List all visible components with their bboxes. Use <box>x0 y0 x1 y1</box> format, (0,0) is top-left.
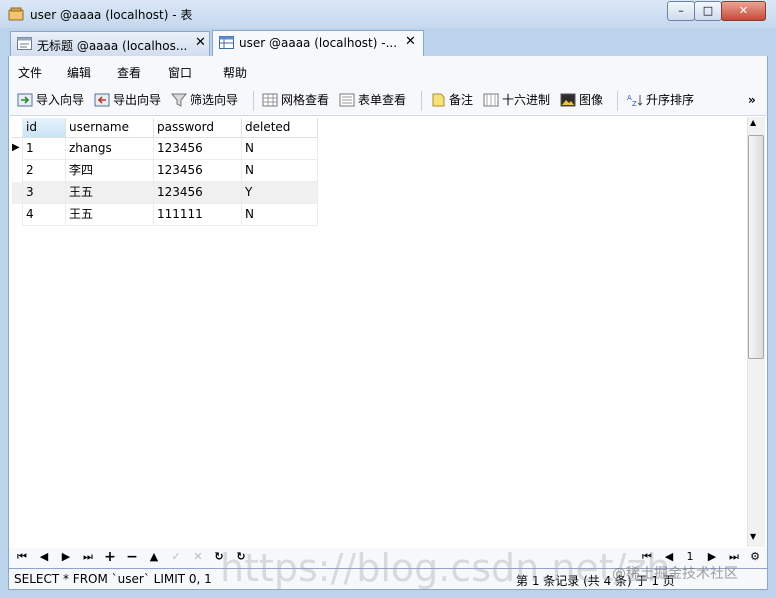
menu-view[interactable]: 查看 <box>117 64 141 81</box>
import-icon <box>17 93 33 107</box>
form-view-label: 表单查看 <box>358 93 407 107</box>
import-label: 导入向导 <box>36 93 85 107</box>
scrollbar-thumb[interactable] <box>748 135 764 359</box>
toolbar-separator <box>617 91 618 111</box>
memo-button[interactable]: 备注 <box>430 92 473 110</box>
apply-change-icon[interactable]: ✓ <box>169 549 183 565</box>
table-cell[interactable]: zhangs <box>66 138 154 160</box>
menu-window[interactable]: 窗口 <box>168 64 192 81</box>
table-cell[interactable]: 123456 <box>154 182 242 204</box>
column-header-password[interactable]: password <box>154 118 242 138</box>
cancel-change-icon[interactable]: ✕ <box>191 549 205 565</box>
table-cell[interactable]: 2 <box>23 160 66 182</box>
previous-record-icon[interactable]: ◀ <box>37 549 51 565</box>
table-cell[interactable]: 4 <box>23 204 66 226</box>
window-title: user @aaaa (localhost) - 表 <box>30 8 193 22</box>
table-cell[interactable]: Y <box>242 182 318 204</box>
column-header-username[interactable]: username <box>66 118 154 138</box>
query-icon <box>17 37 32 50</box>
settings-icon[interactable]: ⚙ <box>748 549 762 565</box>
minimize-button[interactable]: – <box>667 1 695 21</box>
watermark-url: https://blog.csdn.net/zh <box>220 546 671 590</box>
tab-close-button[interactable]: ✕ <box>405 34 416 49</box>
table-cell[interactable]: 123456 <box>154 138 242 160</box>
filter-icon <box>171 93 187 107</box>
menu-help[interactable]: 帮助 <box>223 64 247 81</box>
row-indicator[interactable] <box>12 182 23 204</box>
image-label: 图像 <box>579 93 604 107</box>
next-record-icon[interactable]: ▶ <box>59 549 73 565</box>
tab-user-table[interactable]: user @aaaa (localhost) -... ✕ <box>212 30 424 56</box>
memo-label: 备注 <box>449 93 474 107</box>
menu-edit[interactable]: 编辑 <box>67 64 91 81</box>
table-cell[interactable]: 王五 <box>66 204 154 226</box>
row-indicator[interactable] <box>12 160 23 182</box>
tab-close-button[interactable]: ✕ <box>195 35 206 50</box>
grid-view-button[interactable]: 网格查看 <box>262 92 329 110</box>
grid-view-label: 网格查看 <box>281 93 330 107</box>
export-label: 导出向导 <box>113 93 162 107</box>
close-button[interactable]: ✕ <box>721 1 766 21</box>
image-icon <box>560 93 576 107</box>
export-icon <box>94 93 110 107</box>
scroll-down-icon[interactable]: ▼ <box>750 532 756 541</box>
table-cell[interactable]: N <box>242 138 318 160</box>
hex-button[interactable]: 十六进制 <box>483 92 550 110</box>
tab-label: 无标题 @aaaa (localhos... <box>37 39 188 53</box>
first-record-icon[interactable]: ⏮ <box>15 549 29 565</box>
image-button[interactable]: 图像 <box>560 92 603 110</box>
tab-label: user @aaaa (localhost) -... <box>239 36 398 50</box>
maximize-button[interactable]: □ <box>694 1 722 21</box>
grid-icon <box>262 93 278 107</box>
sort-ascending-button[interactable]: A Z 升序排序 <box>627 92 694 110</box>
row-indicator[interactable] <box>12 204 23 226</box>
table-cell[interactable]: 李四 <box>66 160 154 182</box>
table-cell[interactable]: 3 <box>23 182 66 204</box>
column-header-id[interactable]: id <box>23 118 66 138</box>
import-wizard-button[interactable]: 导入向导 <box>17 92 84 110</box>
memo-icon <box>432 93 445 107</box>
menu-file[interactable]: 文件 <box>18 64 42 81</box>
toolbar-separator <box>421 91 422 111</box>
sort-ascending-icon: AZ <box>627 94 643 107</box>
form-view-button[interactable]: 表单查看 <box>339 92 406 110</box>
filter-label: 筛选向导 <box>190 93 239 107</box>
toolbar-overflow-button[interactable]: » <box>748 92 756 110</box>
table-cell[interactable]: 123456 <box>154 160 242 182</box>
column-header-deleted[interactable]: deleted <box>242 118 318 138</box>
app-icon <box>8 7 24 21</box>
row-indicator[interactable]: ▶ <box>12 138 23 160</box>
last-record-icon[interactable]: ⏭ <box>81 549 95 565</box>
table-cell[interactable]: 王五 <box>66 182 154 204</box>
scroll-up-icon[interactable]: ▲ <box>750 118 756 127</box>
toolbar-separator <box>253 91 254 111</box>
table-cell[interactable]: 1 <box>23 138 66 160</box>
filter-wizard-button[interactable]: 筛选向导 <box>171 92 238 110</box>
status-sql: SELECT * FROM `user` LIMIT 0, 1000 <box>14 572 212 586</box>
tab-untitled-query[interactable]: 无标题 @aaaa (localhos... ✕ <box>10 31 210 56</box>
export-wizard-button[interactable]: 导出向导 <box>94 92 161 110</box>
hex-icon <box>483 93 499 107</box>
hex-label: 十六进制 <box>502 93 551 107</box>
form-icon <box>339 93 355 107</box>
current-row-marker-icon: ▶ <box>12 142 20 153</box>
sort-ascending-label: 升序排序 <box>646 93 695 107</box>
add-record-icon[interactable]: + <box>103 549 117 565</box>
svg-text:Z: Z <box>632 100 637 107</box>
table-cell[interactable]: 111111 <box>154 204 242 226</box>
table-cell[interactable]: N <box>242 160 318 182</box>
post-edit-icon[interactable]: ▲ <box>147 549 161 565</box>
table-icon <box>219 36 234 49</box>
header-corner <box>12 118 23 138</box>
delete-record-icon[interactable]: − <box>125 549 139 565</box>
table-cell[interactable]: N <box>242 204 318 226</box>
watermark-credit: @稀土掘金技术社区 <box>612 566 738 582</box>
